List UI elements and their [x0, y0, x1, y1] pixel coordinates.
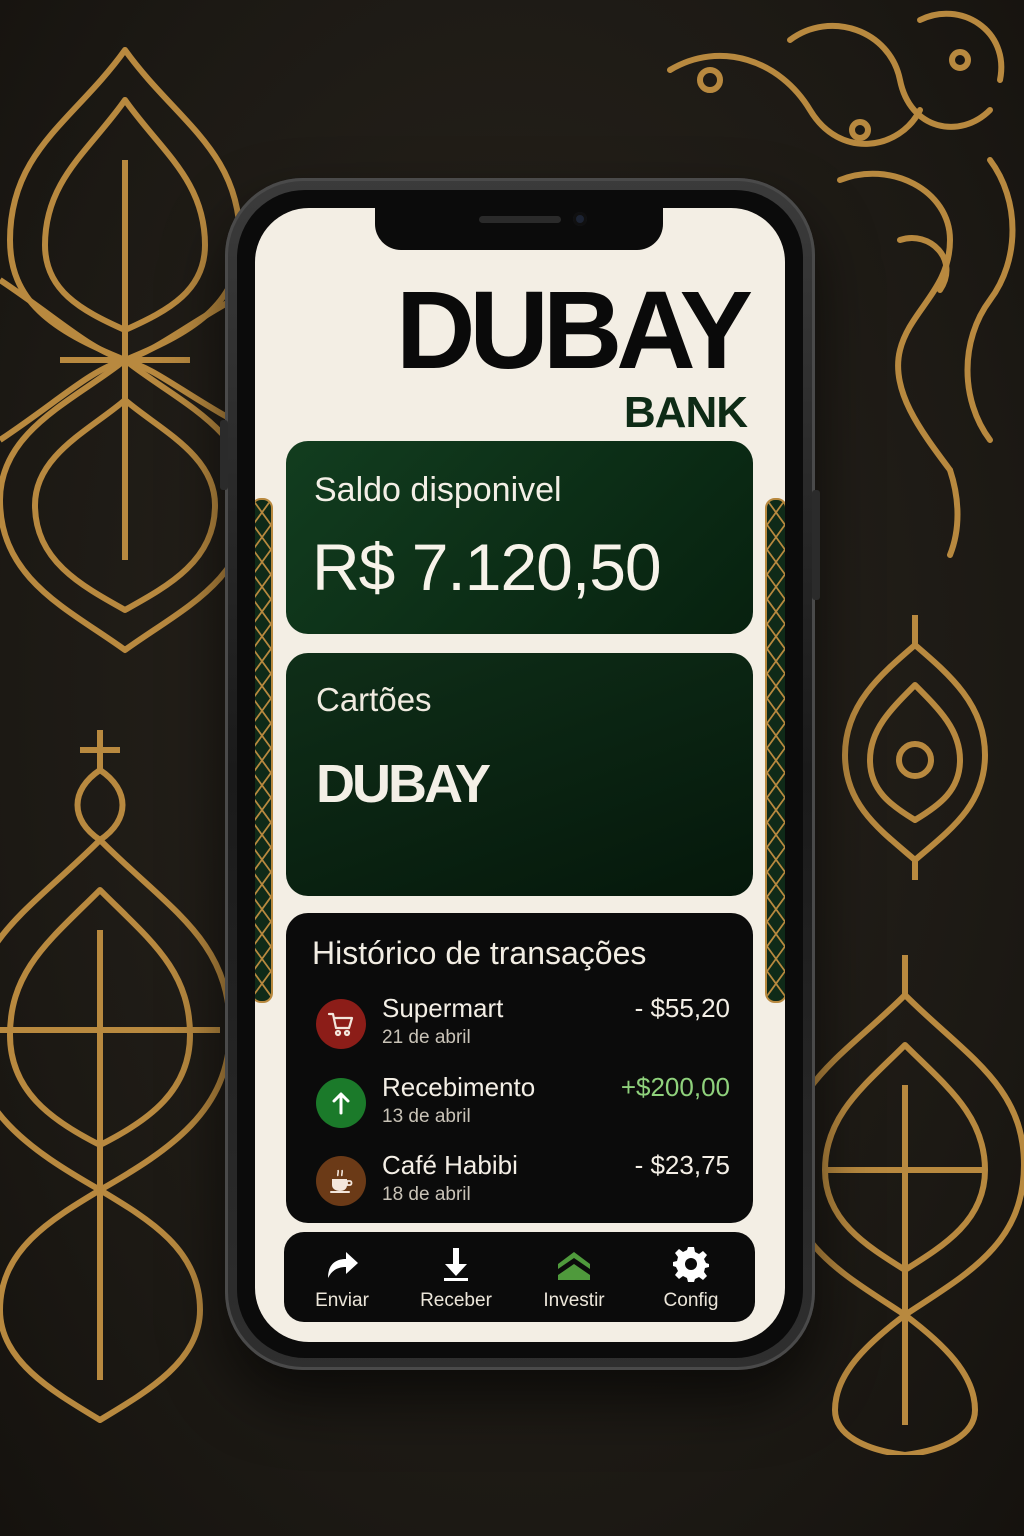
transaction-amount: - $23,75 — [634, 1150, 730, 1180]
transaction-amount: +$200,00 — [620, 1072, 730, 1102]
coffee-cup-icon — [316, 1156, 366, 1206]
brand-logo: DUBAY BANK — [307, 269, 753, 438]
transaction-row[interactable]: Recebimento 13 de abril +$200,00 — [312, 1072, 730, 1136]
transaction-date: 13 de abril — [382, 1106, 471, 1127]
share-arrow-icon — [322, 1244, 362, 1284]
side-pattern-left — [255, 498, 273, 1003]
arrow-up-icon — [316, 1078, 366, 1128]
side-button — [812, 490, 820, 600]
card-brand: DUBAY — [316, 754, 491, 814]
nav-item-investir[interactable]: Investir — [519, 1232, 629, 1322]
front-camera — [573, 212, 587, 226]
chevron-up-stack-icon — [554, 1244, 594, 1284]
transaction-amount: - $55,20 — [634, 993, 730, 1023]
transaction-date: 18 de abril — [382, 1184, 471, 1205]
volume-button — [220, 420, 228, 490]
nav-item-enviar[interactable]: Enviar — [287, 1232, 397, 1322]
nav-label: Receber — [420, 1290, 492, 1311]
speaker — [479, 216, 561, 223]
balance-card[interactable]: Saldo disponivel R$ 7.120,50 — [286, 441, 753, 634]
phone-screen: DUBAY BANK Saldo disponivel R$ 7.120,50 … — [255, 208, 785, 1342]
nav-label: Enviar — [315, 1290, 369, 1311]
brand-name: DUBAY — [395, 269, 753, 392]
transaction-row[interactable]: Café Habibi 18 de abril - $23,75 — [312, 1150, 730, 1214]
nav-label: Config — [663, 1290, 719, 1311]
transaction-name: Café Habibi — [382, 1150, 518, 1180]
brand-subtitle: BANK — [623, 388, 748, 437]
gold-ornament-left-bottom — [0, 730, 240, 1430]
bottom-nav: Enviar Receber Investir Config — [284, 1232, 755, 1322]
transaction-name: Recebimento — [382, 1072, 536, 1102]
balance-value: R$ 7.120,50 — [312, 530, 662, 604]
balance-label: Saldo disponivel — [314, 471, 562, 509]
cards-label: Cartões — [316, 681, 432, 718]
nav-item-receber[interactable]: Receber — [401, 1232, 511, 1322]
transaction-history: Histórico de transações Supermart 21 de … — [286, 913, 753, 1223]
transaction-row[interactable]: Supermart 21 de abril - $55,20 — [312, 993, 730, 1057]
gold-ornament-right-bottom — [805, 955, 1024, 1455]
transaction-date: 21 de abril — [382, 1027, 471, 1048]
gear-icon — [671, 1244, 711, 1284]
download-arrow-icon — [436, 1244, 476, 1284]
notch — [375, 208, 663, 250]
shopping-cart-icon — [316, 999, 366, 1049]
transaction-name: Supermart — [382, 993, 504, 1023]
history-title: Histórico de transações — [312, 935, 647, 971]
cards-card[interactable]: Cartões DUBAY — [286, 653, 753, 896]
side-pattern-right — [765, 498, 785, 1003]
nav-item-config[interactable]: Config — [636, 1232, 746, 1322]
background: DUBAY BANK Saldo disponivel R$ 7.120,50 … — [0, 0, 1024, 1536]
gold-ornament-right-middle — [840, 615, 990, 880]
nav-label: Investir — [543, 1290, 605, 1311]
